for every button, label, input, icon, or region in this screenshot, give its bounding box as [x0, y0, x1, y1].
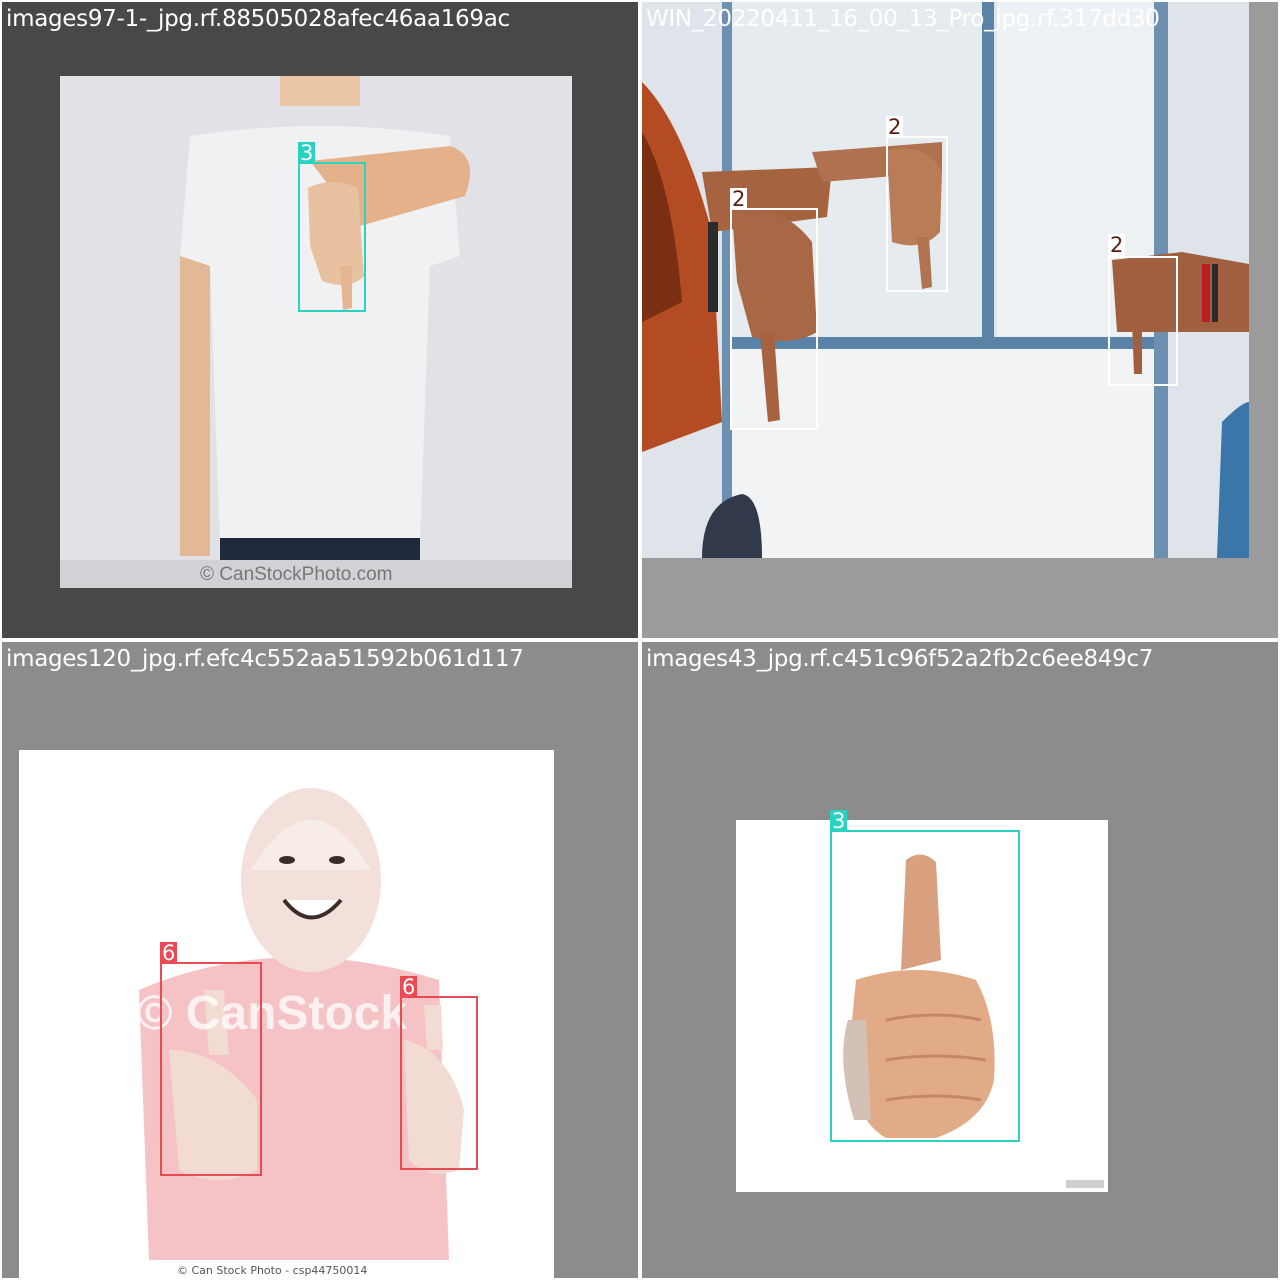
- box-label: 3: [298, 141, 316, 165]
- photo: © CanStockPhoto.com: [60, 76, 572, 588]
- bounding-box: [830, 830, 1020, 1142]
- watermark: © CanStockPhoto.com: [200, 564, 393, 585]
- box-label: 3: [830, 809, 848, 833]
- mosaic-tile-1: images97-1-_jpg.rf.88505028afec46aa169ac…: [2, 2, 638, 638]
- bounding-box: [160, 962, 262, 1176]
- bounding-box: [730, 208, 818, 430]
- bounding-box: [886, 136, 948, 292]
- box-label: 2: [1108, 233, 1126, 257]
- tile-filename: WIN_20220411_16_00_13_Pro_jpg.rf.317dd30: [646, 6, 1160, 32]
- tile-filename: images43_jpg.rf.c451c96f52a2fb2c6ee849c7: [646, 646, 1154, 672]
- tile-filename: images97-1-_jpg.rf.88505028afec46aa169ac: [6, 6, 510, 32]
- bounding-box: [400, 996, 478, 1170]
- photo-footer: © Can Stock Photo - csp44750014: [177, 1264, 368, 1277]
- person-illustration: [60, 76, 572, 588]
- box-label: 6: [160, 941, 178, 965]
- box-label: 2: [730, 187, 748, 211]
- bounding-box: [1108, 256, 1178, 386]
- tile-filename: images120_jpg.rf.efc4c552aa51592b061d117: [6, 646, 524, 672]
- box-label: 6: [400, 975, 418, 999]
- box-label: 2: [886, 115, 904, 139]
- mosaic-tile-3: images120_jpg.rf.efc4c552aa51592b061d117…: [2, 642, 638, 1278]
- mosaic-tile-4: images43_jpg.rf.c451c96f52a2fb2c6ee849c7…: [642, 642, 1278, 1278]
- bounding-box: [298, 162, 366, 312]
- mosaic-tile-2: WIN_20220411_16_00_13_Pro_jpg.rf.317dd30…: [642, 2, 1278, 638]
